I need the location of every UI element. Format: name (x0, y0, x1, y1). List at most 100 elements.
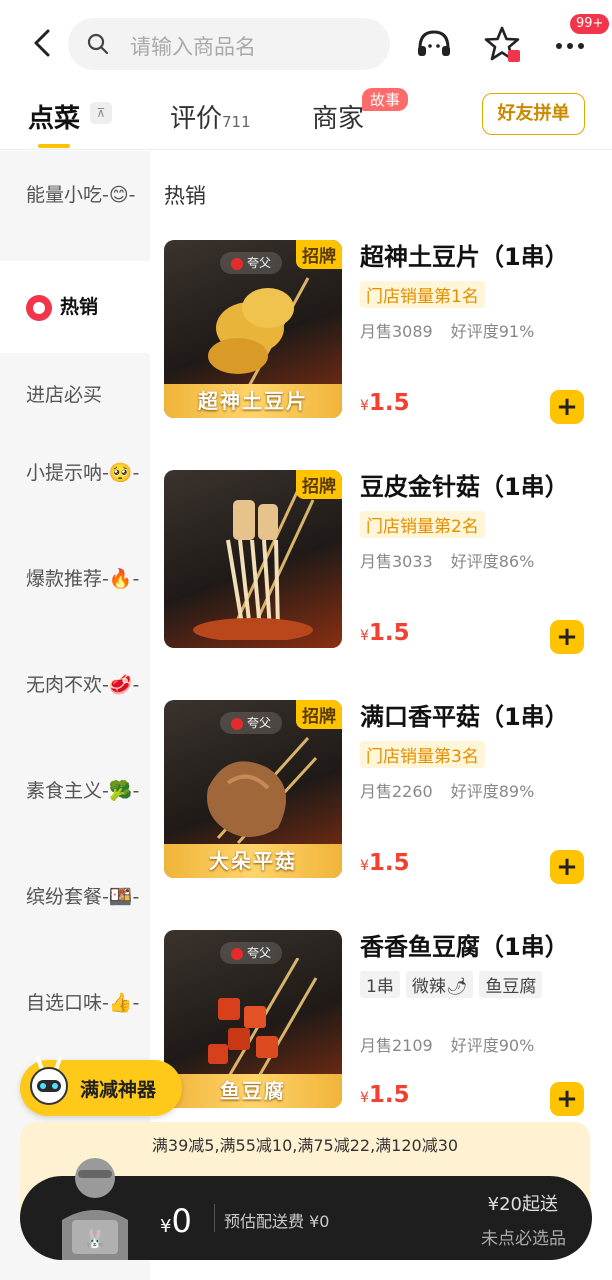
product-stats: 月售2260 好评度89% (360, 778, 604, 802)
price-value: 1.5 (368, 390, 410, 416)
required-item-note: 未点必选品 (481, 1229, 566, 1249)
mushroom-skewer-image (207, 736, 318, 845)
min-order-label: ¥20起送 (487, 1194, 558, 1215)
back-icon[interactable] (26, 26, 60, 60)
potato-skewer-image (208, 277, 310, 388)
favorite-star-icon[interactable] (482, 24, 522, 64)
price-value: 1.5 (368, 850, 410, 876)
product-name: 豆皮金针菇（1串） (360, 473, 569, 501)
product-name: 满口香平菇（1串） (360, 703, 569, 731)
currency: ¥ (160, 1216, 172, 1237)
product-stats: 月售3089 好评度91% (360, 318, 604, 342)
tab-reviews[interactable]: 评价711 (170, 98, 251, 135)
monthly-sales: 月售2260 (360, 782, 433, 801)
sidebar-item-bestsellers[interactable]: 爆款推荐-🔥- (0, 563, 150, 595)
add-to-cart-button[interactable]: + (550, 1082, 584, 1116)
divider (214, 1204, 215, 1232)
product-image[interactable]: 招牌 (164, 470, 342, 648)
monthly-sales: 月售3089 (360, 322, 433, 341)
cart-total-value: 0 (171, 1202, 192, 1240)
tab-bar: 点菜 ⊼ 评价711 商家 故事 好友拼单 (0, 88, 612, 150)
pin-icon[interactable]: ⊼ (90, 102, 112, 124)
monthly-sales: 月售2109 (360, 1036, 433, 1055)
delivery-rider-icon: 🐰 (62, 1158, 128, 1260)
product-item[interactable]: 夸父 超神土豆片 招牌 超神土豆片（1串） 门店销量第1名 月售3089 好评度9… (164, 240, 604, 424)
sidebar-item-meat[interactable]: 无肉不欢-🥩- (0, 669, 150, 701)
robot-mascot-icon (30, 1056, 68, 1105)
hot-icon (26, 294, 52, 321)
signature-badge: 招牌 (296, 470, 342, 499)
product-stats: 月售2109 好评度90% (360, 1032, 604, 1056)
cart-bar[interactable]: 🐰 ¥0 预估配送费 ¥0 ¥20起送 未点必选品 (20, 1158, 592, 1260)
product-name: 超神土豆片（1串） (360, 243, 569, 271)
product-info: 香香鱼豆腐（1串） 1串 微辣🌶 鱼豆腐 月售2109 好评度90% (360, 930, 604, 1056)
svg-text:🐰: 🐰 (84, 1228, 106, 1250)
add-to-cart-button[interactable]: + (550, 390, 584, 424)
monthly-sales: 月售3033 (360, 552, 433, 571)
price-value: 1.5 (368, 1082, 410, 1108)
add-to-cart-button[interactable]: + (550, 620, 584, 654)
cart-total: ¥0 (160, 1202, 192, 1240)
notification-badge: 99+ (570, 14, 610, 34)
sidebar-item-hot[interactable]: 热销 (0, 261, 150, 353)
tab-order[interactable]: 点菜 (28, 98, 80, 135)
friend-group-order-button[interactable]: 好友拼单 (482, 93, 585, 135)
sidebar-item-combos[interactable]: 缤纷套餐-🍱- (0, 881, 150, 913)
rating: 好评度91% (450, 322, 535, 341)
sidebar-item-energy-snacks[interactable]: 能量小吃-😊- (0, 179, 150, 211)
product-info: 超神土豆片（1串） 门店销量第1名 月售3089 好评度91% (360, 240, 604, 342)
signature-badge: 招牌 (296, 700, 342, 729)
product-name: 香香鱼豆腐（1串） (360, 933, 569, 961)
rating: 好评度89% (450, 782, 535, 801)
product-stats: 月售3033 好评度86% (360, 548, 604, 572)
product-item[interactable]: 招牌 豆皮金针菇（1串） 门店销量第2名 月售3033 好评度86% ¥1.5 + (164, 470, 604, 654)
tag: 1串 (360, 971, 400, 998)
discount-helper-label: 满减神器 (80, 1079, 157, 1101)
customer-service-icon[interactable] (414, 24, 454, 64)
search-placeholder: 请输入商品名 (130, 35, 256, 59)
sidebar-item-custom-flavor[interactable]: 自选口味-👍- (0, 987, 150, 1019)
rank-badge: 门店销量第2名 (360, 511, 485, 538)
product-item[interactable]: 夸父 大朵平菇 招牌 满口香平菇（1串） 门店销量第3名 月售2260 好评度89… (164, 700, 604, 884)
product-image-caption: 大朵平菇 (164, 844, 342, 878)
tag: 微辣🌶 (405, 971, 474, 998)
search-icon (87, 33, 109, 55)
rating: 好评度86% (450, 552, 535, 571)
delivery-fee: 预估配送费 ¥0 (224, 1212, 330, 1231)
sidebar-item-label: 热销 (60, 296, 99, 318)
story-badge: 故事 (362, 88, 409, 111)
product-info: 豆皮金针菇（1串） 门店销量第2名 月售3033 好评度86% (360, 470, 604, 572)
product-item[interactable]: 夸父 鱼豆腐 香香鱼豆腐（1串） 1串 微辣🌶 鱼豆腐 月售2109 好评度90% ¥… (164, 930, 604, 1116)
price-value: 1.5 (368, 620, 410, 646)
sidebar-item-must-buy[interactable]: 进店必买 (0, 379, 150, 411)
search-input[interactable]: 请输入商品名 (68, 18, 390, 70)
enoki-skewer-image (193, 490, 315, 640)
rating: 好评度90% (450, 1036, 535, 1055)
product-image[interactable]: 夸父 超神土豆片 招牌 (164, 240, 342, 418)
add-to-cart-button[interactable]: + (550, 850, 584, 884)
discount-helper-button[interactable]: 满减神器 (20, 1056, 182, 1116)
sidebar-item-vegetarian[interactable]: 素食主义-🥦- (0, 775, 150, 807)
rank-badge: 门店销量第3名 (360, 741, 485, 768)
product-image-caption: 超神土豆片 (164, 384, 342, 418)
product-image[interactable]: 夸父 鱼豆腐 (164, 930, 342, 1108)
tab-merchant[interactable]: 商家 (312, 98, 364, 135)
section-title: 热销 (164, 184, 206, 208)
tag: 鱼豆腐 (479, 971, 543, 998)
product-tags: 1串 微辣🌶 鱼豆腐 (360, 965, 604, 998)
rank-badge: 门店销量第1名 (360, 281, 485, 308)
tab-reviews-label: 评价 (170, 104, 223, 134)
price: ¥1.5 (360, 620, 410, 646)
price: ¥1.5 (360, 390, 410, 416)
reviews-count: 711 (222, 113, 251, 131)
sidebar-item-tips[interactable]: 小提示呐-🥺- (0, 457, 150, 489)
product-info: 满口香平菇（1串） 门店销量第3名 月售2260 好评度89% (360, 700, 604, 802)
top-bar: 请输入商品名 99+ (0, 0, 612, 88)
fish-tofu-skewer-image (208, 958, 318, 1078)
price: ¥1.5 (360, 850, 410, 876)
tab-indicator (38, 144, 70, 148)
signature-badge: 招牌 (296, 240, 342, 269)
product-image-caption: 鱼豆腐 (164, 1074, 342, 1108)
price: ¥1.5 (360, 1082, 410, 1108)
product-image[interactable]: 夸父 大朵平菇 招牌 (164, 700, 342, 878)
